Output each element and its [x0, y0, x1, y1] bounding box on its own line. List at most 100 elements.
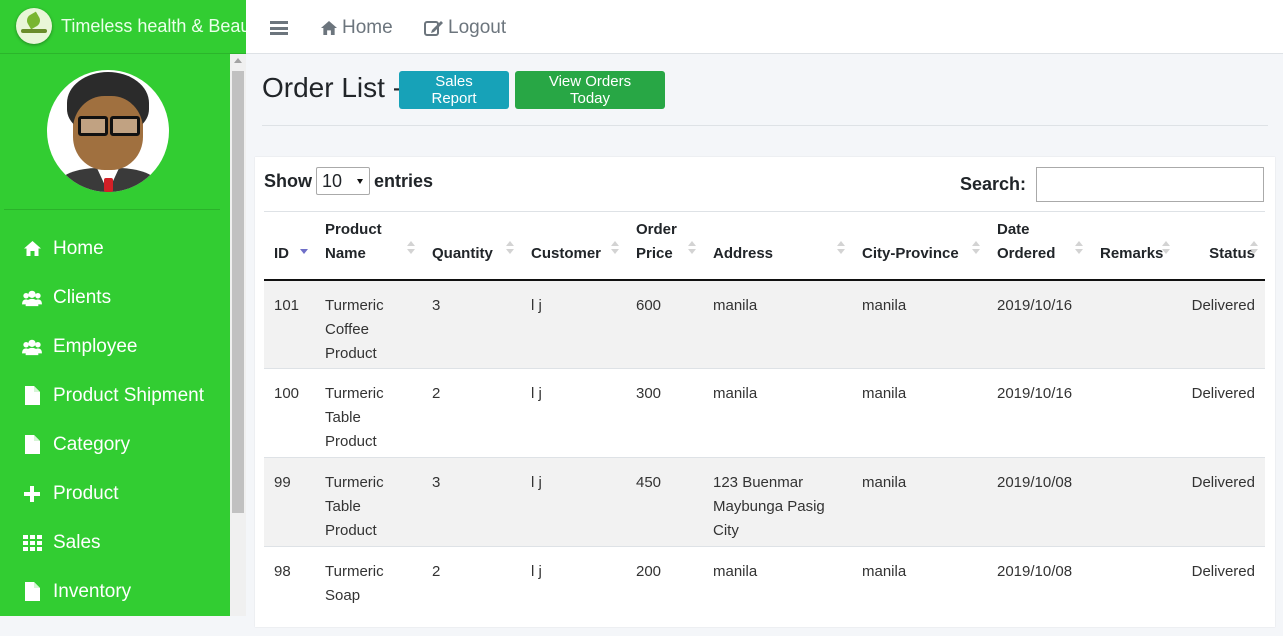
- plus-icon: [22, 484, 42, 504]
- sidebar-nav: Home Clients Employee Product Shipment C…: [0, 224, 230, 616]
- avatar: [47, 70, 169, 192]
- top-navbar: Home Logout: [246, 0, 1283, 54]
- view-orders-today-button[interactable]: View Orders Today: [515, 71, 665, 109]
- col-header-order-price[interactable]: Order Price: [626, 211, 703, 281]
- table-row: 100 Turmeric Table Product 2 l j 300 man…: [264, 368, 1265, 458]
- page-title: Order List -: [262, 72, 403, 103]
- cell-address: 123 Buenmar Maybunga Pasig City: [703, 457, 852, 547]
- sort-icon: [1075, 240, 1083, 255]
- col-header-address[interactable]: Address: [703, 211, 852, 281]
- cell-city: manila: [852, 279, 987, 369]
- col-header-id[interactable]: ID: [264, 211, 315, 281]
- table-row: 99 Turmeric Table Product 3 l j 450 123 …: [264, 457, 1265, 547]
- sidebar-item-label: Home: [53, 237, 104, 259]
- cell-city: manila: [852, 368, 987, 458]
- entries-select[interactable]: 10: [316, 167, 370, 195]
- table-row: 101 Turmeric Coffee Product 3 l j 600 ma…: [264, 279, 1265, 369]
- search-label: Search:: [959, 174, 1026, 194]
- sort-icon: [972, 240, 980, 255]
- sort-icon: [1250, 240, 1258, 255]
- cell-customer: l j: [521, 279, 626, 369]
- brand-logo: [16, 8, 52, 44]
- sidebar-item-label: Clients: [53, 286, 112, 308]
- col-header-status[interactable]: Status: [1177, 211, 1265, 281]
- chevron-down-icon: [357, 179, 363, 184]
- sort-icon: [506, 240, 514, 255]
- col-header-quantity[interactable]: Quantity: [422, 211, 521, 281]
- sidebar-scrollbar[interactable]: [230, 54, 246, 616]
- cell-product: Turmeric Soap: [315, 546, 422, 636]
- cell-status: Delivered: [1177, 368, 1265, 458]
- sidebar-item-inventory[interactable]: Inventory: [0, 567, 230, 616]
- col-header-remarks[interactable]: Remarks: [1090, 211, 1177, 281]
- cell-customer: l j: [521, 368, 626, 458]
- cell-customer: l j: [521, 546, 626, 636]
- users-icon: [22, 337, 42, 357]
- sort-icon: [1162, 240, 1170, 255]
- cell-price: 600: [626, 279, 703, 369]
- cell-quantity: 2: [422, 546, 521, 636]
- top-logout-link[interactable]: Logout: [424, 17, 506, 39]
- file-icon: [22, 386, 42, 406]
- home-icon: [22, 239, 42, 259]
- file-icon: [22, 435, 42, 455]
- cell-quantity: 2: [422, 368, 521, 458]
- sidebar-item-label: Employee: [53, 335, 138, 357]
- cell-id: 98: [264, 546, 315, 636]
- sort-icon: [611, 240, 619, 255]
- sidebar-item-clients[interactable]: Clients: [0, 273, 230, 322]
- menu-toggle-icon[interactable]: [270, 21, 288, 35]
- top-home-link[interactable]: Home: [320, 17, 393, 39]
- cell-id: 101: [264, 279, 315, 369]
- file-icon: [22, 582, 42, 602]
- home-icon: [321, 20, 337, 36]
- header-divider: [262, 125, 1268, 126]
- scroll-thumb[interactable]: [232, 71, 244, 513]
- cell-product: Turmeric Table Product: [315, 368, 422, 458]
- cell-price: 300: [626, 368, 703, 458]
- sort-icon: [407, 240, 415, 255]
- sidebar-item-home[interactable]: Home: [0, 224, 230, 273]
- orders-table: ID Product Name Quantity Customer Order …: [264, 211, 1265, 636]
- sidebar-divider: [4, 209, 220, 210]
- col-header-date-ordered[interactable]: Date Ordered: [987, 211, 1090, 281]
- sidebar-item-label: Product Shipment: [53, 384, 205, 406]
- sidebar-item-product-shipment[interactable]: Product Shipment: [0, 371, 230, 420]
- search-input[interactable]: [1036, 167, 1264, 202]
- entries-label: entries: [374, 170, 434, 191]
- scroll-up-arrow-icon[interactable]: [234, 58, 242, 63]
- sidebar-item-sales[interactable]: Sales: [0, 518, 230, 567]
- cell-date: 2019/10/08: [987, 546, 1090, 636]
- cell-address: manila: [703, 279, 852, 369]
- sales-report-button[interactable]: Sales Report: [399, 71, 509, 109]
- sidebar-item-product[interactable]: Product: [0, 469, 230, 518]
- cell-quantity: 3: [422, 279, 521, 369]
- cell-status: Delivered: [1177, 279, 1265, 369]
- sidebar-item-employee[interactable]: Employee: [0, 322, 230, 371]
- cell-city: manila: [852, 457, 987, 547]
- sidebar-item-category[interactable]: Category: [0, 420, 230, 469]
- cell-date: 2019/10/16: [987, 368, 1090, 458]
- cell-city: manila: [852, 546, 987, 636]
- table-header-row: ID Product Name Quantity Customer Order …: [264, 211, 1265, 281]
- col-header-city-province[interactable]: City-Province: [852, 211, 987, 281]
- cell-remarks: [1090, 546, 1177, 636]
- cell-address: manila: [703, 546, 852, 636]
- cell-status: Delivered: [1177, 546, 1265, 636]
- cell-date: 2019/10/08: [987, 457, 1090, 547]
- col-header-product-name[interactable]: Product Name: [315, 211, 422, 281]
- cell-id: 100: [264, 368, 315, 458]
- brand-bar[interactable]: Timeless health & Beauty: [0, 0, 246, 54]
- cell-quantity: 3: [422, 457, 521, 547]
- cell-customer: l j: [521, 457, 626, 547]
- cell-address: manila: [703, 368, 852, 458]
- edit-icon: [424, 21, 443, 36]
- cell-date: 2019/10/16: [987, 279, 1090, 369]
- sidebar-item-label: Category: [53, 433, 131, 455]
- top-home-label: Home: [342, 17, 393, 38]
- col-header-customer[interactable]: Customer: [521, 211, 626, 281]
- sidebar-item-label: Product: [53, 482, 119, 504]
- orders-card: Show 10 entries Search: ID Product Name …: [255, 157, 1275, 636]
- top-logout-label: Logout: [448, 17, 507, 38]
- cell-remarks: [1090, 279, 1177, 369]
